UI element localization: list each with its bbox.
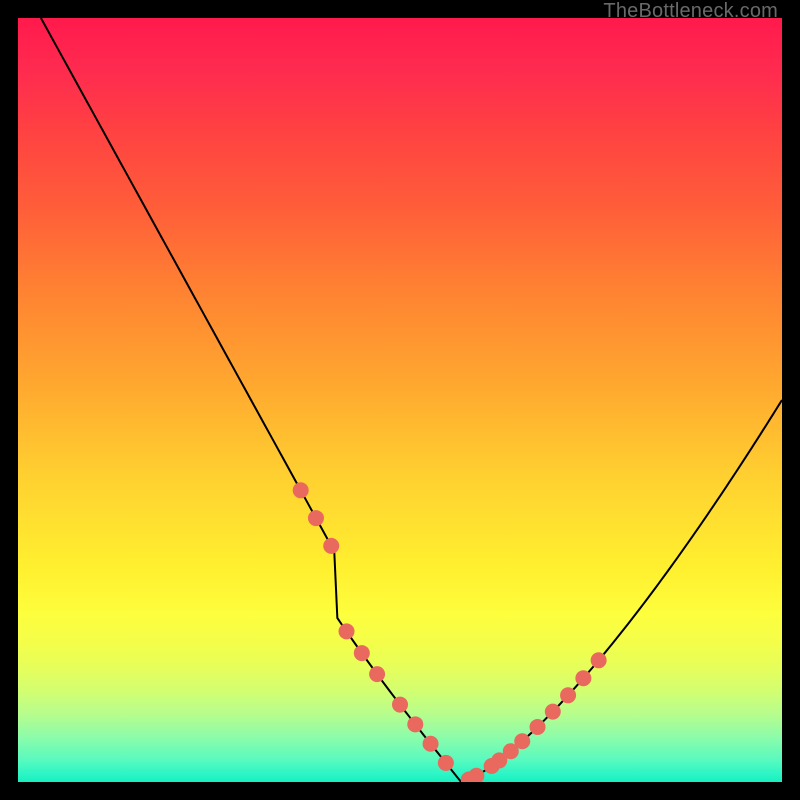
highlight-dot xyxy=(545,704,561,720)
highlight-dot xyxy=(468,768,484,782)
highlight-dot xyxy=(575,670,591,686)
highlight-dot xyxy=(369,666,385,682)
highlight-dot xyxy=(354,645,370,661)
plot-area xyxy=(18,18,782,782)
highlight-dot xyxy=(530,719,546,735)
chart-container: TheBottleneck.com xyxy=(0,0,800,800)
highlight-dot xyxy=(392,697,408,713)
highlight-dot xyxy=(560,687,576,703)
highlight-dots xyxy=(293,482,607,782)
highlight-dot xyxy=(423,736,439,752)
highlight-dot xyxy=(293,482,309,498)
highlight-dot xyxy=(323,538,339,554)
highlight-dot xyxy=(438,755,454,771)
highlight-dot xyxy=(407,716,423,732)
highlight-dot xyxy=(591,652,607,668)
highlight-dot xyxy=(308,510,324,526)
highlight-dot xyxy=(514,733,530,749)
highlight-dot xyxy=(339,623,355,639)
chart-svg xyxy=(18,18,782,782)
bottleneck-curve xyxy=(41,18,782,782)
